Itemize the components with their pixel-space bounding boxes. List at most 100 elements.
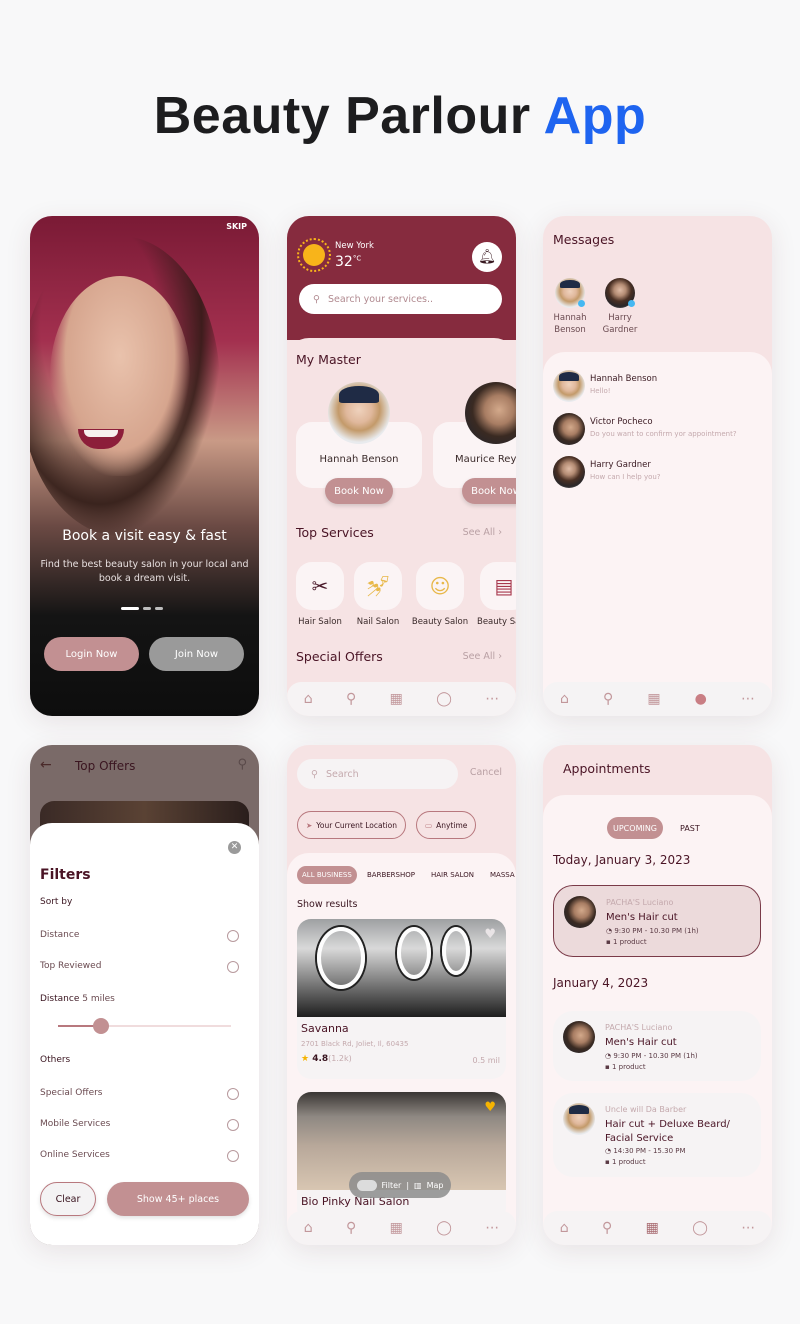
more-icon[interactable]: ⋯	[741, 1220, 755, 1236]
appointment-card[interactable]: PACHA'S Luciano Men's Hair cut ◔ 9:30 PM…	[553, 885, 761, 957]
category-all-business[interactable]: ALL BUSINESS	[297, 866, 357, 884]
onboarding-headline: Book a visit easy & fast	[62, 528, 227, 544]
star-icon: ★	[301, 1054, 310, 1064]
show-places-button[interactable]: Show 45+ places	[107, 1182, 249, 1216]
filter-toggle[interactable]	[356, 1179, 377, 1191]
login-button[interactable]: Login Now	[44, 637, 139, 671]
date-heading: Today, January 3, 2023	[553, 853, 691, 867]
see-all-services-link[interactable]: See All ›	[463, 527, 502, 538]
photo-mirror	[317, 927, 365, 989]
chat-icon[interactable]: ◯	[436, 691, 452, 707]
search-input[interactable]: ⚲ Search	[297, 759, 458, 789]
results-heading: Show results	[297, 899, 358, 910]
search-icon[interactable]: ⚲	[346, 691, 356, 707]
calendar-icon[interactable]: ▦	[390, 1220, 403, 1236]
calendar-icon: ▭	[425, 820, 433, 830]
book-now-button[interactable]: Book Now	[325, 478, 393, 504]
home-icon[interactable]: ⌂	[560, 1220, 569, 1236]
products-text: 1 product	[611, 1063, 646, 1071]
service-beauty-salon[interactable]: ☺	[416, 562, 464, 610]
clear-button[interactable]: Clear	[40, 1182, 96, 1216]
thread-row[interactable]: Victor Pocheco Do you want to confirm yo…	[553, 413, 768, 445]
category-hair-salon[interactable]: HAIR SALON	[431, 871, 474, 879]
favorite-heart-icon[interactable]: ♥	[484, 1100, 496, 1115]
favorite-heart-icon[interactable]: ♥	[484, 927, 496, 942]
online-services-radio[interactable]	[227, 1150, 239, 1162]
products-text: 1 product	[612, 938, 647, 946]
tab-upcoming[interactable]: UPCOMING	[607, 817, 664, 839]
photo-mirror	[397, 927, 431, 979]
online-indicator	[578, 300, 585, 307]
page-dot-active	[121, 607, 139, 610]
thread-row[interactable]: Hannah Benson Hello!	[553, 370, 768, 402]
home-icon[interactable]: ⌂	[304, 691, 313, 707]
service-name: Men's Hair cut	[605, 1037, 677, 1048]
bag-icon: ▪	[605, 1158, 610, 1166]
filter-map-toggle[interactable]: Filter | ▥ Map	[349, 1172, 451, 1198]
page-title: Beauty Parlour App	[0, 86, 800, 146]
search-icon[interactable]: ⚲	[603, 691, 613, 707]
sort-distance-radio[interactable]	[227, 930, 239, 942]
chat-icon[interactable]: ◯	[436, 1220, 452, 1236]
home-icon[interactable]: ⌂	[304, 1220, 313, 1236]
tab-past[interactable]: PAST	[680, 824, 700, 833]
join-button[interactable]: Join Now	[149, 637, 244, 671]
weather-city: New York	[335, 241, 374, 251]
slider-handle[interactable]	[93, 1018, 110, 1034]
service-nail-salon[interactable]: 💅︎	[354, 562, 402, 610]
master-name: Maurice Reyn	[455, 454, 516, 465]
book-now-button[interactable]: Book Now	[462, 478, 516, 504]
chat-icon-active[interactable]: ●	[695, 691, 707, 707]
more-icon[interactable]: ⋯	[485, 691, 499, 707]
close-icon[interactable]: ✕	[228, 841, 241, 854]
service-name: Men's Hair cut	[606, 912, 678, 923]
skip-button[interactable]: SKIP	[226, 222, 247, 231]
thread-row[interactable]: Harry Gardner How can I help you?	[553, 456, 768, 488]
appointments-screen: Appointments UPCOMING PAST Today, Januar…	[543, 745, 772, 1245]
more-icon[interactable]: ⋯	[741, 691, 755, 707]
calendar-icon[interactable]: ▦	[647, 691, 660, 707]
search-icon[interactable]: ⚲	[237, 757, 247, 772]
see-all-offers-link[interactable]: See All ›	[463, 651, 502, 662]
sort-top-reviewed-radio[interactable]	[227, 961, 239, 973]
map-label[interactable]: Map	[427, 1181, 444, 1190]
search-icon[interactable]: ⚲	[602, 1220, 612, 1236]
cancel-button[interactable]: Cancel	[470, 767, 502, 778]
appointment-card[interactable]: Uncle will Da Barber Hair cut + Deluxe B…	[553, 1093, 761, 1177]
distance-slider[interactable]	[58, 1018, 231, 1034]
chat-icon[interactable]: ◯	[692, 1220, 708, 1236]
category-massage[interactable]: MASSA	[490, 871, 515, 879]
result-card[interactable]: ♥ Savanna 2701 Black Rd, Joliet, Il, 604…	[297, 919, 506, 1079]
service-beauty-salon-2[interactable]: ▤	[480, 562, 516, 610]
appointment-time: ◔ 9:30 PM - 10.30 PM (1h)	[605, 1052, 698, 1060]
calendar-icon-active[interactable]: ▦	[646, 1220, 659, 1236]
other-option-label: Special Offers	[40, 1088, 103, 1098]
category-barbershop[interactable]: BARBERSHOP	[367, 871, 415, 879]
home-icon[interactable]: ⌂	[560, 691, 569, 707]
distance-label-text: Distance	[40, 994, 80, 1004]
time-text: 9:30 PM - 10.30 PM (1h)	[613, 1052, 698, 1060]
threads-panel	[543, 352, 772, 716]
appointment-products: ▪ 1 product	[605, 1063, 646, 1071]
appointment-card[interactable]: PACHA'S Luciano Men's Hair cut ◔ 9:30 PM…	[553, 1011, 761, 1081]
title-accent: App	[543, 87, 647, 145]
service-hair-salon[interactable]: ✂	[296, 562, 344, 610]
more-icon[interactable]: ⋯	[485, 1220, 499, 1236]
time-chip[interactable]: ▭ Anytime	[416, 811, 477, 839]
service-search-input[interactable]: ⚲ Search your services..	[299, 284, 502, 314]
notification-button[interactable]: 🔔︎	[472, 242, 502, 272]
special-offers-radio[interactable]	[227, 1088, 239, 1100]
others-label: Others	[40, 1055, 71, 1065]
filters-heading: Filters	[40, 867, 91, 883]
mobile-services-radio[interactable]	[227, 1119, 239, 1131]
chevron-right-icon: ›	[498, 527, 502, 538]
search-icon[interactable]: ⚲	[346, 1220, 356, 1236]
location-chip[interactable]: ➤ Your Current Location	[297, 811, 406, 839]
bottom-nav: ⌂ ⚲ ▦ ● ⋯	[543, 682, 772, 716]
calendar-icon[interactable]: ▦	[390, 691, 403, 707]
salon-distance: 0.5 mil	[472, 1056, 500, 1065]
weather-temp: 32°C	[335, 254, 361, 270]
back-arrow-icon[interactable]: ←	[40, 757, 52, 773]
filter-label[interactable]: Filter	[382, 1181, 402, 1190]
result-card[interactable]: ♥ Bio Pinky Nail Salon	[297, 1092, 506, 1222]
